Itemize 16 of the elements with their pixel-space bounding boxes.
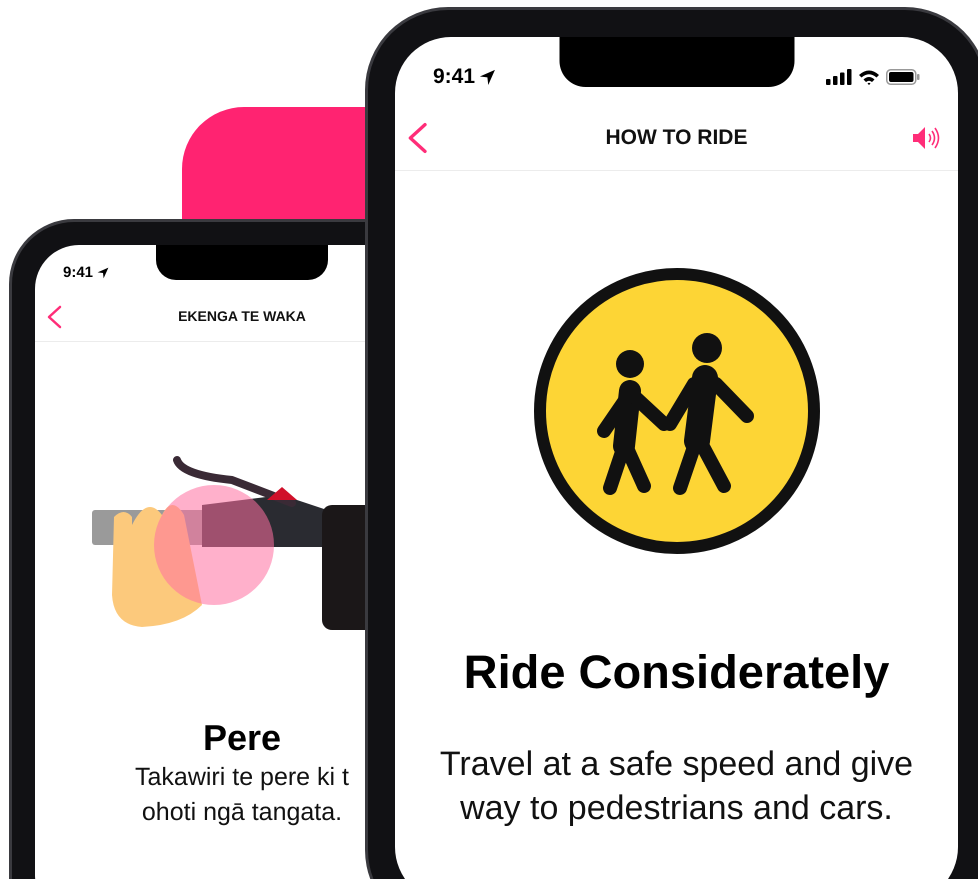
- battery-icon: [886, 69, 920, 85]
- description-line: Takawiri te pere ki t: [135, 762, 349, 793]
- description-line: Travel at a safe speed and give: [440, 744, 914, 785]
- wifi-icon: [858, 69, 880, 85]
- slide-heading: Pere: [202, 716, 282, 760]
- speaker-icon: [912, 124, 942, 150]
- screen-title: HOW TO RIDE: [606, 124, 748, 151]
- status-time: 9:41: [63, 262, 94, 283]
- slide-heading: Ride Considerately: [464, 644, 890, 700]
- description-line: ohoti ngā tangata.: [142, 797, 342, 828]
- screen-title: EKENGA TE WAKA: [178, 307, 306, 326]
- location-arrow-icon: [479, 68, 496, 86]
- status-time: 9:41: [433, 64, 476, 90]
- chevron-left-icon: [45, 304, 63, 328]
- location-arrow-icon: [97, 267, 110, 279]
- description-line: way to pedestrians and cars.: [460, 788, 893, 829]
